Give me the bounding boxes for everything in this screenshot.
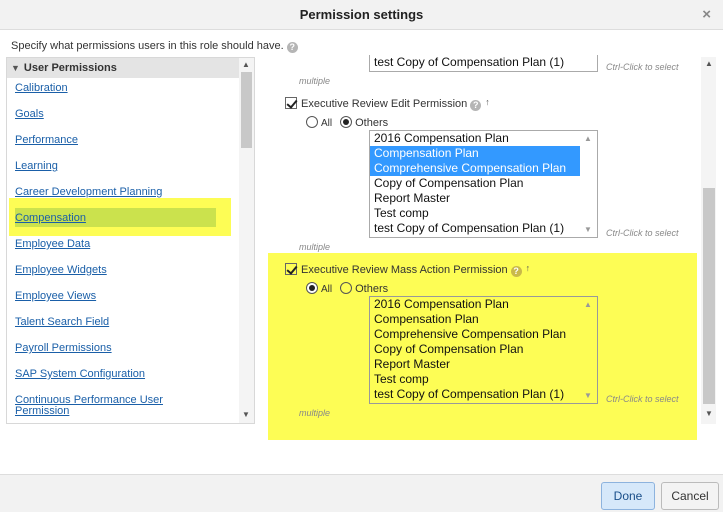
edit-permission-listbox[interactable]: 2016 Compensation Plan Compensation Plan… [369, 130, 598, 238]
arrow-up-icon: ↑ [485, 97, 490, 107]
help-icon[interactable]: ? [470, 100, 482, 111]
scroll-up-icon[interactable]: ▲ [242, 60, 250, 69]
sidebar-item-continuous-performance-permission[interactable]: Permission [15, 406, 69, 417]
scroll-down-icon[interactable]: ▼ [242, 410, 250, 419]
content-scrollbar[interactable]: ▲ ▼ [701, 57, 716, 424]
user-permissions-header[interactable]: ▼ User Permissions [7, 58, 240, 78]
sidebar-item-compensation[interactable]: Compensation [15, 213, 86, 224]
list-option[interactable]: Report Master [370, 357, 597, 372]
sidebar-item-employee-data[interactable]: Employee Data [15, 239, 90, 250]
radio-others[interactable] [340, 282, 353, 294]
scroll-down-icon[interactable]: ▼ [584, 391, 592, 400]
edit-permission-checkbox[interactable] [285, 97, 297, 109]
multiple-hint: multiple [299, 76, 331, 86]
list-option[interactable]: Comprehensive Compensation Plan [370, 327, 597, 342]
sidebar-item-learning[interactable]: Learning [15, 161, 58, 172]
radio-all-label: All [321, 118, 333, 129]
sidebar-item-employee-widgets[interactable]: Employee Widgets [15, 265, 107, 276]
left-scrollbar[interactable]: ▲ ▼ [239, 58, 254, 423]
multiple-hint: multiple [299, 242, 331, 252]
list-option-selected[interactable]: Compensation Plan [370, 146, 580, 161]
dialog-titlebar: Permission settings × [0, 0, 723, 30]
scroll-up-icon[interactable]: ▲ [705, 59, 713, 68]
list-option[interactable]: test Copy of Compensation Plan (1) [370, 387, 597, 402]
content-scroll-thumb[interactable] [703, 188, 715, 404]
collapse-triangle-icon[interactable]: ▼ [11, 63, 20, 73]
sidebar-item-calibration[interactable]: Calibration [15, 83, 68, 94]
left-nav-panel: ▼ User Permissions Calibration Goals Perf… [6, 57, 255, 424]
sidebar-item-career-development-planning[interactable]: Career Development Planning [15, 187, 162, 198]
arrow-up-icon: ↑ [525, 263, 531, 273]
done-button[interactable]: Done [601, 482, 655, 510]
cancel-button[interactable]: Cancel [661, 482, 719, 510]
radio-all[interactable] [306, 282, 318, 294]
list-option[interactable]: 2016 Compensation Plan [370, 297, 597, 312]
multiple-hint: multiple [299, 408, 331, 418]
scroll-up-icon[interactable]: ▲ [584, 134, 592, 143]
close-icon[interactable]: × [702, 0, 711, 30]
mass-action-permission-title: Executive Review Mass Action Permission [301, 264, 508, 276]
radio-all[interactable] [306, 116, 318, 128]
radio-others[interactable] [340, 116, 353, 128]
sidebar-item-performance[interactable]: Performance [15, 135, 78, 146]
list-option[interactable]: Compensation Plan [370, 312, 597, 327]
ctrl-click-hint: Ctrl-Click to select [606, 394, 679, 404]
sidebar-item-talent-search-field[interactable]: Talent Search Field [15, 317, 109, 328]
list-option[interactable]: Copy of Compensation Plan [370, 342, 597, 357]
mass-action-permission-listbox[interactable]: 2016 Compensation Plan Compensation Plan… [369, 296, 598, 404]
list-option[interactable]: Copy of Compensation Plan [370, 176, 597, 191]
help-icon[interactable]: ? [510, 266, 522, 277]
left-scroll-thumb[interactable] [241, 72, 252, 148]
edit-permission-title: Executive Review Edit Permission [301, 98, 468, 110]
top-partial-listbox[interactable]: test Copy of Compensation Plan (1) [369, 55, 598, 72]
mass-action-permission-row: Executive Review Mass Action Permission?… [285, 263, 530, 277]
help-icon[interactable]: ? [286, 42, 298, 53]
edit-permission-row: Executive Review Edit Permission? ↑ [285, 97, 490, 111]
user-permissions-label: User Permissions [23, 62, 117, 74]
radio-all-label: All [321, 284, 333, 295]
dialog-title: Permission settings [299, 7, 424, 22]
list-option[interactable]: Test comp [370, 372, 597, 387]
list-option[interactable]: Test comp [370, 206, 597, 221]
listbox-scrollbar[interactable]: ▲ ▼ [580, 131, 597, 237]
radio-others-label: Others [355, 283, 389, 295]
list-option[interactable]: test Copy of Compensation Plan (1) [370, 55, 597, 70]
list-option[interactable]: 2016 Compensation Plan [370, 131, 597, 146]
sidebar-item-sap-system-configuration[interactable]: SAP System Configuration [15, 369, 145, 380]
sidebar-item-payroll-permissions[interactable]: Payroll Permissions [15, 343, 112, 354]
ctrl-click-hint: Ctrl-Click to select [606, 62, 679, 72]
ctrl-click-hint: Ctrl-Click to select [606, 228, 679, 238]
scroll-down-icon[interactable]: ▼ [705, 409, 713, 418]
edit-permission-scope: All Others [306, 116, 388, 129]
mass-action-permission-scope: All Others [306, 282, 388, 295]
intro-label: Specify what permissions users in this r… [11, 40, 284, 52]
listbox-scrollbar[interactable]: ▲ ▼ [580, 297, 597, 403]
list-option[interactable]: test Copy of Compensation Plan (1) [370, 221, 597, 236]
list-option-selected[interactable]: Comprehensive Compensation Plan [370, 161, 580, 176]
mass-action-permission-checkbox[interactable] [285, 263, 297, 275]
radio-others-label: Others [355, 117, 389, 129]
sidebar-item-employee-views[interactable]: Employee Views [15, 291, 96, 302]
list-option[interactable]: Report Master [370, 191, 597, 206]
scroll-down-icon[interactable]: ▼ [584, 225, 592, 234]
scroll-up-icon[interactable]: ▲ [584, 300, 592, 309]
intro-text: Specify what permissions users in this r… [11, 40, 298, 53]
sidebar-item-goals[interactable]: Goals [15, 109, 44, 120]
